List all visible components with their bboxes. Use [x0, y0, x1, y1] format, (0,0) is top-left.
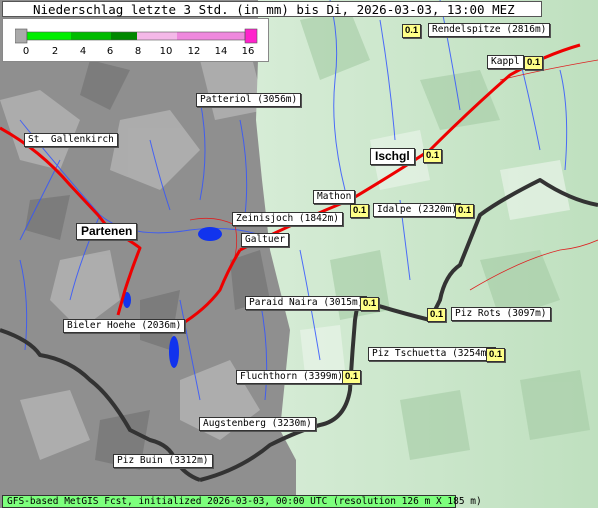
label-rendelspitze: Rendelspitze (2816m): [428, 23, 551, 37]
map-canvas: [0, 0, 598, 508]
value-ischgl: 0.1: [423, 149, 443, 163]
legend-swatch-dark-green: [111, 32, 137, 40]
legend-tick: 16: [241, 46, 255, 57]
value-paraid-naira: 0.1: [360, 297, 380, 311]
map-title: Niederschlag letzte 3 Std. (in mm) bis D…: [2, 1, 542, 17]
legend-tick: 10: [159, 46, 173, 57]
label-bieler-hoehe: Bieler Hoehe (2036m): [63, 319, 186, 333]
legend-tick: 0: [22, 46, 30, 57]
value-piz-tschuetta: 0.1: [486, 348, 506, 362]
legend-swatch-magenta: [244, 28, 258, 44]
value-idalpe: 0.1: [455, 204, 475, 218]
label-kappl: Kappl: [487, 55, 524, 69]
label-patteriol: Patteriol (3056m): [196, 93, 302, 107]
label-idalpe: Idalpe (2320m): [373, 203, 462, 217]
label-mathon: Mathon: [313, 190, 356, 204]
legend-swatch-light-green: [27, 32, 71, 40]
value-piz-rots: 0.1: [427, 308, 447, 322]
legend-tick: 8: [134, 46, 142, 57]
label-zeinisjoch: Zeinisjoch (1842m): [232, 212, 343, 226]
label-galtuer: Galtuer: [241, 233, 290, 247]
legend-tick: 12: [187, 46, 201, 57]
label-ischgl: Ischgl: [370, 148, 415, 165]
label-partenen: Partenen: [76, 223, 138, 240]
value-mathon: 0.1: [350, 204, 370, 218]
legend-swatch-light-pink: [137, 32, 177, 40]
label-augstenberg: Augstenberg (3230m): [199, 417, 316, 431]
label-piz-buin: Piz Buin (3312m): [113, 454, 213, 468]
legend-swatch-pink: [177, 32, 245, 40]
value-kappl: 0.1: [524, 56, 544, 70]
value-rendelspitze: 0.1: [402, 24, 422, 38]
label-fluchthorn: Fluchthorn (3399m): [236, 370, 347, 384]
legend-tick: 4: [79, 46, 87, 57]
label-st-gallenkirch: St. Gallenkirch: [24, 133, 118, 147]
legend-color-bar: [15, 28, 258, 44]
legend-tick: 2: [51, 46, 59, 57]
label-piz-tschuetta: Piz Tschuetta (3254m): [368, 347, 497, 361]
legend-swatch-green: [71, 32, 111, 40]
value-fluchthorn: 0.1: [342, 370, 362, 384]
legend-swatch-zero: [15, 28, 28, 44]
legend-tick: 6: [106, 46, 114, 57]
label-paraid-naira: Paraid Naira (3015m): [245, 296, 368, 310]
precipitation-legend: 0 2 4 6 8 10 12 14 16: [2, 18, 269, 62]
legend-tick: 14: [214, 46, 228, 57]
label-piz-rots: Piz Rots (3097m): [451, 307, 551, 321]
forecast-footer: GFS-based MetGIS Fcst, initialized 2026-…: [2, 495, 482, 508]
